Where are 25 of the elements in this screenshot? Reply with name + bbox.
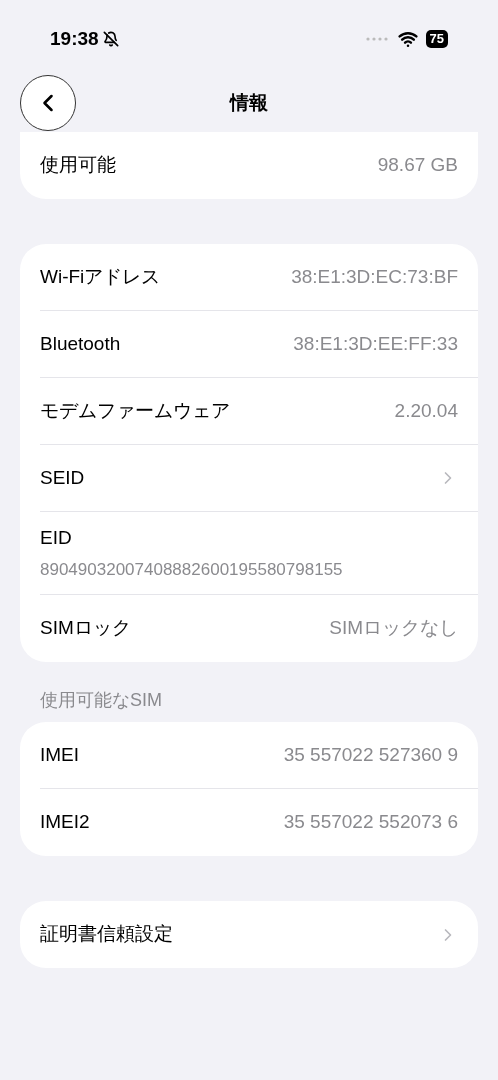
row-value: 38:E1:3D:EC:73:BF [291, 264, 458, 289]
battery-icon: 75 [425, 30, 448, 48]
row-label: SIMロック [40, 616, 131, 641]
row-label: SEID [40, 465, 85, 490]
page-title: 情報 [230, 90, 268, 115]
section-header: 使用可能なSIM [39, 689, 163, 712]
row-value: 89049032007408882600195580798155 [40, 558, 344, 581]
row-value: 2.20.04 [394, 398, 458, 423]
status-time: 19:38 [50, 26, 99, 51]
wifi-icon [397, 29, 418, 49]
row-label: Wi-Fiアドレス [40, 264, 161, 289]
row-label: Bluetooth [40, 331, 121, 356]
row-label: 使用可能 [40, 153, 116, 178]
row-label: EID [40, 526, 73, 550]
row-label: IMEI [40, 742, 80, 767]
row-value: SIMロックなし [329, 616, 458, 641]
row-label: IMEI2 [40, 810, 90, 835]
row-value: 98.67 GB [377, 153, 458, 178]
row-value: 35 557022 527360 9 [283, 742, 458, 767]
row-label: 証明書信頼設定 [40, 922, 173, 947]
row-value: 35 557022 552073 6 [283, 810, 458, 835]
signal-icon [365, 37, 390, 41]
row-value: 38:E1:3D:EE:FF:33 [293, 331, 458, 356]
back-button[interactable] [20, 75, 76, 131]
row-label: モデムファームウェア [40, 398, 230, 423]
